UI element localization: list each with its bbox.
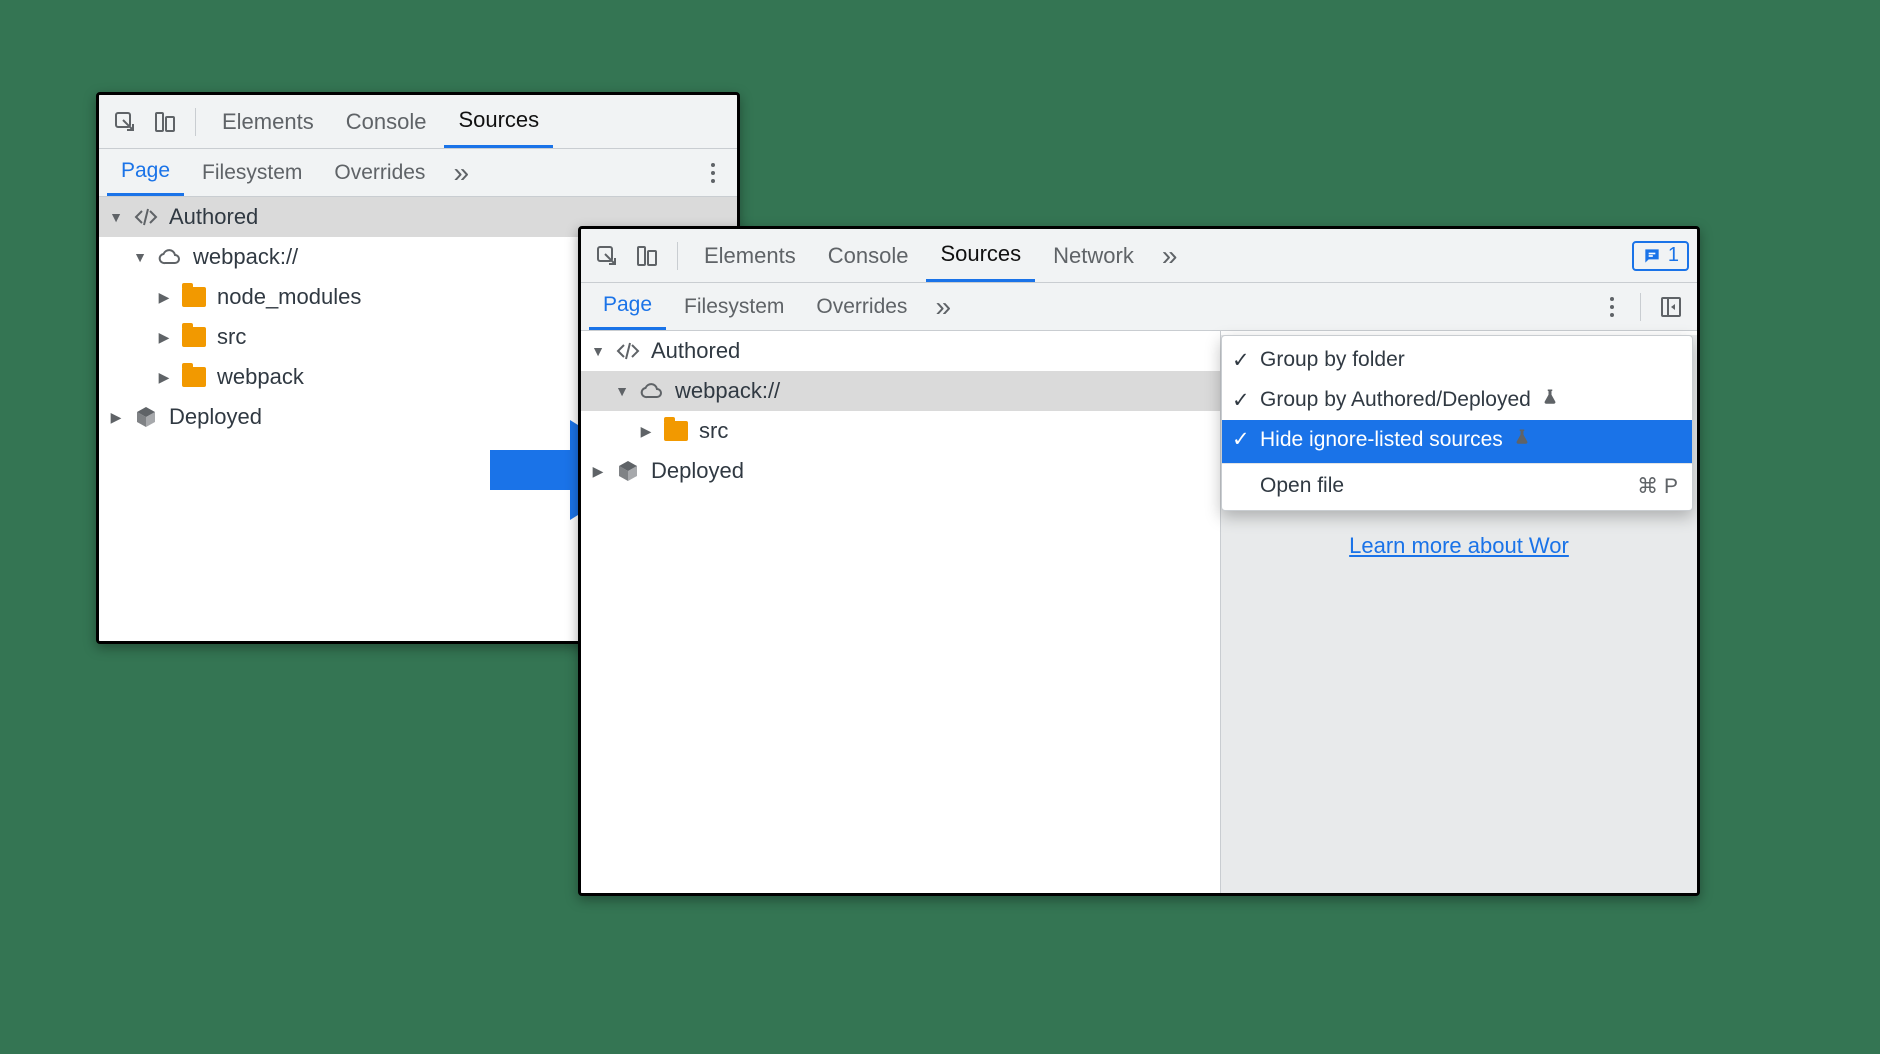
check-icon: ✓ (1232, 388, 1250, 413)
tab-network[interactable]: Network (1039, 229, 1148, 282)
subtab-page[interactable]: Page (589, 283, 666, 330)
flask-icon (1541, 388, 1559, 412)
expand-arrow-icon[interactable] (109, 409, 123, 426)
subtab-page[interactable]: Page (107, 149, 184, 196)
check-icon: ✓ (1232, 348, 1250, 373)
device-toggle-icon[interactable] (629, 238, 665, 274)
expand-arrow-icon[interactable] (157, 329, 171, 346)
tree-label: webpack (217, 364, 304, 390)
menu-hide-ignore-listed[interactable]: ✓ Hide ignore-listed sources (1222, 420, 1692, 464)
tree-options-menu: ✓ Group by folder ✓ Group by Authored/De… (1221, 335, 1693, 511)
tree-label: node_modules (217, 284, 361, 310)
tree-authored[interactable]: Authored (581, 331, 1220, 371)
menu-open-file[interactable]: Open file ⌘ P (1222, 466, 1692, 506)
inspect-icon[interactable] (589, 238, 625, 274)
separator (195, 108, 196, 136)
tree-label: Deployed (651, 458, 744, 484)
collapse-sidebar-icon[interactable] (1653, 289, 1689, 325)
flask-icon (1513, 428, 1531, 452)
file-tree: Authored webpack:// src Deployed (581, 331, 1221, 893)
tree-label: Deployed (169, 404, 262, 430)
tab-elements[interactable]: Elements (208, 95, 328, 148)
device-toggle-icon[interactable] (147, 104, 183, 140)
subtab-filesystem[interactable]: Filesystem (670, 283, 798, 330)
more-tabs-icon[interactable]: » (443, 157, 479, 189)
tab-elements[interactable]: Elements (690, 229, 810, 282)
check-icon: ✓ (1232, 427, 1250, 452)
kebab-menu-icon[interactable] (703, 163, 723, 183)
devtools-panel-after: Elements Console Sources Network » 1 Pag… (578, 226, 1700, 896)
cube-icon (133, 404, 159, 430)
issues-count: 1 (1668, 244, 1679, 267)
inspect-icon[interactable] (107, 104, 143, 140)
menu-label: Group by folder (1260, 348, 1405, 372)
main-toolbar: Elements Console Sources Network » 1 (581, 229, 1697, 283)
sources-sub-toolbar: Page Filesystem Overrides » (99, 149, 737, 197)
kebab-menu-icon[interactable] (1602, 297, 1622, 317)
tab-sources[interactable]: Sources (444, 95, 553, 148)
subtab-filesystem[interactable]: Filesystem (188, 149, 316, 196)
menu-label: Open file (1260, 474, 1344, 498)
issues-badge[interactable]: 1 (1632, 241, 1689, 271)
tree-label: src (699, 418, 728, 444)
sources-sub-toolbar: Page Filesystem Overrides » (581, 283, 1697, 331)
folder-icon (664, 421, 688, 441)
more-tabs-icon[interactable]: » (1152, 240, 1188, 272)
subtab-overrides[interactable]: Overrides (802, 283, 921, 330)
tree-label: webpack:// (675, 378, 780, 404)
expand-arrow-icon[interactable] (157, 369, 171, 386)
expand-arrow-icon[interactable] (157, 289, 171, 306)
subtab-overrides[interactable]: Overrides (320, 149, 439, 196)
menu-group-by-authored-deployed[interactable]: ✓ Group by Authored/Deployed (1222, 380, 1692, 420)
folder-icon (182, 327, 206, 347)
folder-icon (182, 287, 206, 307)
expand-arrow-icon[interactable] (591, 343, 605, 359)
tab-sources[interactable]: Sources (926, 229, 1035, 282)
expand-arrow-icon[interactable] (615, 383, 629, 399)
tree-label: src (217, 324, 246, 350)
menu-label: Hide ignore-listed sources (1260, 428, 1503, 452)
separator (677, 242, 678, 270)
tree-src[interactable]: src (581, 411, 1220, 451)
feedback-icon (1642, 246, 1662, 266)
tree-label: webpack:// (193, 244, 298, 270)
tab-console[interactable]: Console (814, 229, 923, 282)
separator (1640, 293, 1641, 321)
cube-icon (615, 458, 641, 484)
expand-arrow-icon[interactable] (133, 249, 147, 265)
folder-icon (182, 367, 206, 387)
shortcut: ⌘ P (1637, 474, 1678, 499)
expand-arrow-icon[interactable] (639, 423, 653, 440)
learn-more-link[interactable]: Learn more about Wor (1221, 533, 1697, 559)
menu-group-by-folder[interactable]: ✓ Group by folder (1222, 340, 1692, 380)
more-tabs-icon[interactable]: » (925, 291, 961, 323)
main-toolbar: Elements Console Sources (99, 95, 737, 149)
tab-console[interactable]: Console (332, 95, 441, 148)
code-icon (133, 204, 159, 230)
cloud-icon (157, 244, 183, 270)
tree-label: Authored (651, 338, 740, 364)
tree-deployed[interactable]: Deployed (581, 451, 1220, 491)
expand-arrow-icon[interactable] (591, 463, 605, 480)
code-icon (615, 338, 641, 364)
tree-label: Authored (169, 204, 258, 230)
cloud-icon (639, 378, 665, 404)
menu-label: Group by Authored/Deployed (1260, 388, 1531, 412)
tree-webpack-scheme[interactable]: webpack:// (581, 371, 1220, 411)
expand-arrow-icon[interactable] (109, 209, 123, 225)
